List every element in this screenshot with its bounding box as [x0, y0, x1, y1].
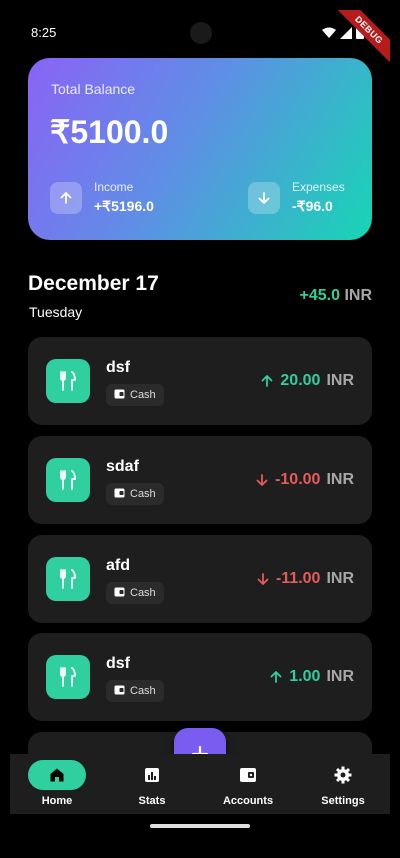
signal-icon	[340, 26, 352, 39]
transaction-title: dsf	[106, 655, 130, 672]
nav-settings[interactable]: Settings	[305, 754, 381, 814]
arrow-up-icon	[261, 375, 273, 387]
wallet-icon	[114, 682, 125, 700]
wallet-icon	[219, 760, 277, 790]
arrow-down-icon	[256, 474, 268, 486]
account-chip: Cash	[106, 384, 164, 406]
amount-value: -10.00	[275, 471, 321, 488]
arrow-down-icon	[248, 181, 280, 214]
transaction-item[interactable]: sdaf Cash -10.00 INR	[28, 436, 372, 524]
app-screen: 8:25 DEBUG Total Balance ₹5100.0 Income …	[10, 10, 390, 848]
income-value: +₹5196.0	[94, 198, 154, 214]
account-chip: Cash	[106, 680, 164, 702]
expense-summary: Expenses -₹96.0	[248, 180, 345, 215]
nav-stats[interactable]: Stats	[114, 754, 190, 814]
arrow-up-icon	[270, 671, 282, 683]
transaction-amount: 20.00 INR	[260, 372, 354, 390]
amount-currency: INR	[326, 471, 354, 488]
transaction-title: sdaf	[106, 458, 139, 475]
transaction-title: dsf	[106, 359, 130, 376]
nav-home-label: Home	[41, 795, 73, 807]
expense-value: -₹96.0	[292, 198, 333, 214]
transaction-title: afd	[106, 557, 130, 574]
status-bar: 8:25 DEBUG	[10, 10, 390, 75]
amount-value: 1.00	[289, 668, 321, 685]
day-total-amount: +45.0	[299, 287, 340, 304]
account-chip: Cash	[106, 582, 164, 604]
balance-card: Total Balance ₹5100.0 Income +₹5196.0 Ex…	[28, 58, 372, 240]
restaurant-icon	[46, 458, 90, 502]
balance-label: Total Balance	[51, 81, 136, 97]
arrow-up-icon	[50, 181, 82, 214]
restaurant-icon	[46, 655, 90, 699]
home-icon	[28, 760, 86, 790]
nav-stats-label: Stats	[138, 795, 166, 807]
gear-icon	[314, 760, 372, 790]
transaction-item[interactable]: dsf Cash 20.00 INR	[28, 337, 372, 425]
amount-currency: INR	[326, 570, 354, 587]
amount-currency: INR	[326, 668, 354, 685]
nav-accounts-label: Accounts	[222, 795, 274, 807]
wallet-icon	[114, 485, 125, 503]
nav-home[interactable]: Home	[19, 754, 95, 814]
nav-accounts[interactable]: Accounts	[210, 754, 286, 814]
account-label: Cash	[130, 587, 156, 599]
income-summary: Income +₹5196.0	[50, 180, 154, 215]
account-label: Cash	[130, 488, 156, 500]
home-indicator[interactable]	[150, 824, 250, 828]
day-weekday: Tuesday	[29, 304, 83, 320]
day-total: +45.0 INR	[300, 287, 373, 305]
account-label: Cash	[130, 389, 156, 401]
wallet-icon	[114, 584, 125, 602]
balance-value: ₹5100.0	[50, 114, 169, 150]
account-label: Cash	[130, 685, 156, 697]
wifi-icon	[322, 27, 336, 38]
restaurant-icon	[46, 557, 90, 601]
expense-label: Expenses	[292, 180, 345, 194]
device-frame: 8:25 DEBUG Total Balance ₹5100.0 Income …	[0, 0, 400, 858]
camera-cutout	[190, 22, 212, 44]
amount-currency: INR	[326, 372, 354, 389]
status-time: 8:25	[31, 25, 57, 40]
transaction-item[interactable]: afd Cash -11.00 INR	[28, 535, 372, 623]
wallet-icon	[114, 386, 125, 404]
transaction-amount: -11.00 INR	[256, 570, 354, 588]
day-total-currency: INR	[344, 287, 372, 304]
amount-value: -11.00	[275, 570, 321, 587]
arrow-down-icon	[257, 573, 269, 585]
income-label: Income	[94, 180, 134, 194]
stats-icon	[123, 760, 181, 790]
day-title: December 17	[28, 272, 159, 295]
transaction-amount: -10.00 INR	[255, 471, 354, 489]
bottom-nav: Home Stats Accounts Settings	[10, 754, 390, 814]
nav-settings-label: Settings	[321, 795, 365, 807]
restaurant-icon	[46, 359, 90, 403]
amount-value: 20.00	[280, 372, 321, 389]
transaction-item[interactable]: dsf Cash 1.00 INR	[28, 633, 372, 721]
account-chip: Cash	[106, 483, 164, 505]
transaction-amount: 1.00 INR	[269, 668, 354, 686]
